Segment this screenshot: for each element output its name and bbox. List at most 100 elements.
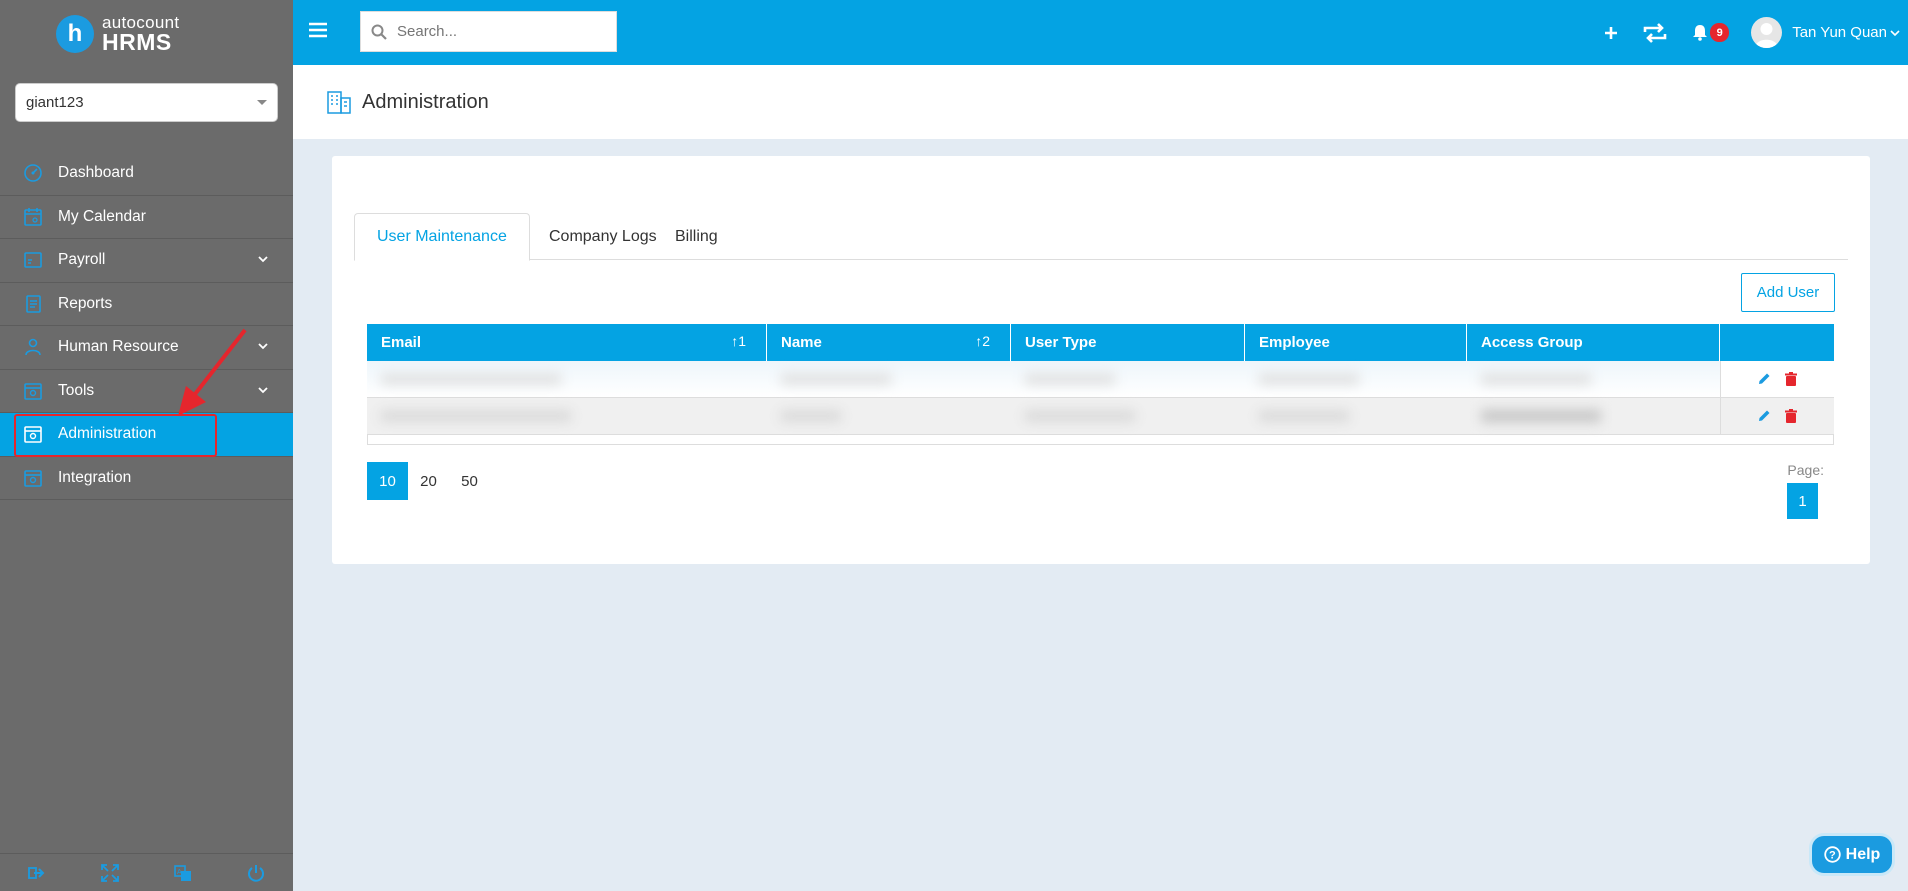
column-label: Access Group — [1481, 334, 1583, 351]
column-label: Name — [781, 334, 822, 351]
bell-icon — [1693, 25, 1708, 41]
annotation-arrow-icon — [178, 328, 247, 416]
page-number-button[interactable]: 1 — [1787, 483, 1818, 519]
sidebar-footer: A — [0, 853, 293, 891]
notifications-button[interactable]: 9 — [1692, 23, 1730, 42]
sidebar-item-dashboard[interactable]: Dashboard — [0, 152, 293, 196]
company-select[interactable]: giant123 — [15, 83, 278, 122]
redacted-cell — [367, 411, 767, 421]
hamburger-menu-icon[interactable] — [309, 22, 327, 38]
brand-logo[interactable]: h autocount HRMS — [56, 14, 179, 54]
redacted-cell — [1245, 411, 1467, 421]
language-icon[interactable]: A — [174, 864, 192, 882]
sidebar-item-label: My Calendar — [58, 207, 146, 225]
sidebar-item-my-calendar[interactable]: My Calendar — [0, 196, 293, 239]
logo-line-2: HRMS — [102, 29, 172, 55]
caret-down-icon — [257, 100, 267, 105]
sort-order: 1 — [738, 333, 746, 349]
sidebar: h autocount HRMS giant123 Dashboard My C… — [0, 0, 293, 891]
page-size-option[interactable]: 10 — [367, 462, 408, 500]
add-user-button[interactable]: Add User — [1741, 273, 1835, 312]
sort-indicator: ↑2 — [975, 333, 990, 349]
edit-icon[interactable] — [1757, 409, 1771, 423]
column-header-email[interactable]: Email ↑1 — [367, 324, 767, 361]
avatar[interactable] — [1751, 17, 1783, 48]
question-circle-icon: ? — [1823, 846, 1841, 863]
building-icon — [327, 91, 351, 114]
sidebar-item-label: Tools — [58, 381, 95, 399]
edit-icon[interactable] — [1757, 372, 1771, 386]
sign-out-icon[interactable] — [27, 865, 46, 881]
people-icon — [22, 337, 44, 357]
redacted-cell — [767, 374, 1011, 384]
redacted-cell — [1245, 374, 1467, 384]
sort-order: 2 — [982, 333, 990, 349]
page-size-selector: 10 20 50 — [367, 462, 490, 500]
sidebar-item-integration[interactable]: Integration — [0, 457, 293, 500]
redacted-row-content — [367, 361, 1720, 397]
help-button[interactable]: ? Help — [1812, 836, 1892, 873]
sidebar-item-payroll[interactable]: Payroll — [0, 239, 293, 283]
company-select-value: giant123 — [26, 94, 84, 111]
switch-icon[interactable] — [1642, 22, 1668, 44]
column-header-actions — [1720, 324, 1834, 361]
tools-icon — [22, 381, 44, 401]
page-size-option[interactable]: 50 — [449, 462, 490, 500]
delete-icon[interactable] — [1785, 372, 1797, 386]
user-name[interactable]: Tan Yun Quan — [1792, 24, 1887, 41]
plus-icon[interactable] — [1604, 26, 1618, 40]
sidebar-item-reports[interactable]: Reports — [0, 283, 293, 326]
column-label: Employee — [1259, 334, 1330, 351]
redacted-cell — [767, 411, 1011, 421]
row-actions — [1720, 398, 1833, 434]
column-header-user-type[interactable]: User Type — [1011, 324, 1245, 361]
redacted-row-content — [367, 398, 1720, 434]
chevron-down-icon — [258, 386, 268, 393]
chevron-down-icon[interactable] — [1890, 28, 1900, 38]
integration-icon — [22, 468, 44, 488]
sidebar-item-label: Dashboard — [58, 164, 134, 182]
help-label: Help — [1845, 845, 1881, 863]
svg-text:A: A — [177, 869, 182, 876]
page-label: Page: — [1787, 462, 1824, 478]
delete-icon[interactable] — [1785, 409, 1797, 423]
fullscreen-icon[interactable] — [100, 863, 119, 882]
tab-billing[interactable]: Billing — [653, 213, 740, 260]
svg-text:?: ? — [1829, 850, 1836, 862]
redacted-cell — [367, 374, 767, 384]
logo-mark: h — [56, 15, 94, 53]
sidebar-item-label: Reports — [58, 294, 113, 312]
column-header-access-group[interactable]: Access Group — [1467, 324, 1720, 361]
table-header: Email ↑1 Name ↑2 User Type Employee Acce… — [367, 324, 1834, 361]
topbar-actions: 9 Tan Yun Quan — [1604, 0, 1908, 65]
redacted-cell — [1467, 410, 1720, 422]
column-header-employee[interactable]: Employee — [1245, 324, 1467, 361]
page-size-option[interactable]: 20 — [408, 462, 449, 500]
chevron-down-icon — [258, 343, 268, 350]
search-box[interactable] — [360, 11, 617, 52]
search-icon — [371, 24, 387, 40]
horizontal-scrollbar[interactable] — [367, 435, 1834, 445]
sidebar-item-label: Integration — [58, 468, 132, 486]
redacted-cell — [1011, 411, 1245, 421]
table-row — [367, 398, 1834, 435]
payroll-icon — [22, 250, 44, 270]
table-row — [367, 361, 1834, 398]
row-actions — [1720, 361, 1833, 397]
topbar: 9 Tan Yun Quan — [293, 0, 1908, 65]
notification-badge: 9 — [1710, 23, 1730, 42]
column-header-name[interactable]: Name ↑2 — [767, 324, 1011, 361]
power-icon[interactable] — [247, 864, 265, 882]
redacted-cell — [1467, 374, 1720, 384]
chevron-down-icon — [258, 256, 268, 263]
users-table: Email ↑1 Name ↑2 User Type Employee Acce… — [367, 324, 1834, 445]
search-input[interactable] — [397, 23, 597, 40]
gauge-icon — [22, 163, 44, 183]
page-header: Administration — [293, 65, 1908, 139]
calendar-icon — [22, 207, 44, 227]
redacted-cell — [1011, 374, 1245, 384]
sidebar-item-label: Payroll — [58, 251, 106, 269]
tab-user-maintenance[interactable]: User Maintenance — [354, 213, 530, 261]
column-label: User Type — [1025, 334, 1097, 351]
sort-indicator: ↑1 — [731, 333, 746, 349]
